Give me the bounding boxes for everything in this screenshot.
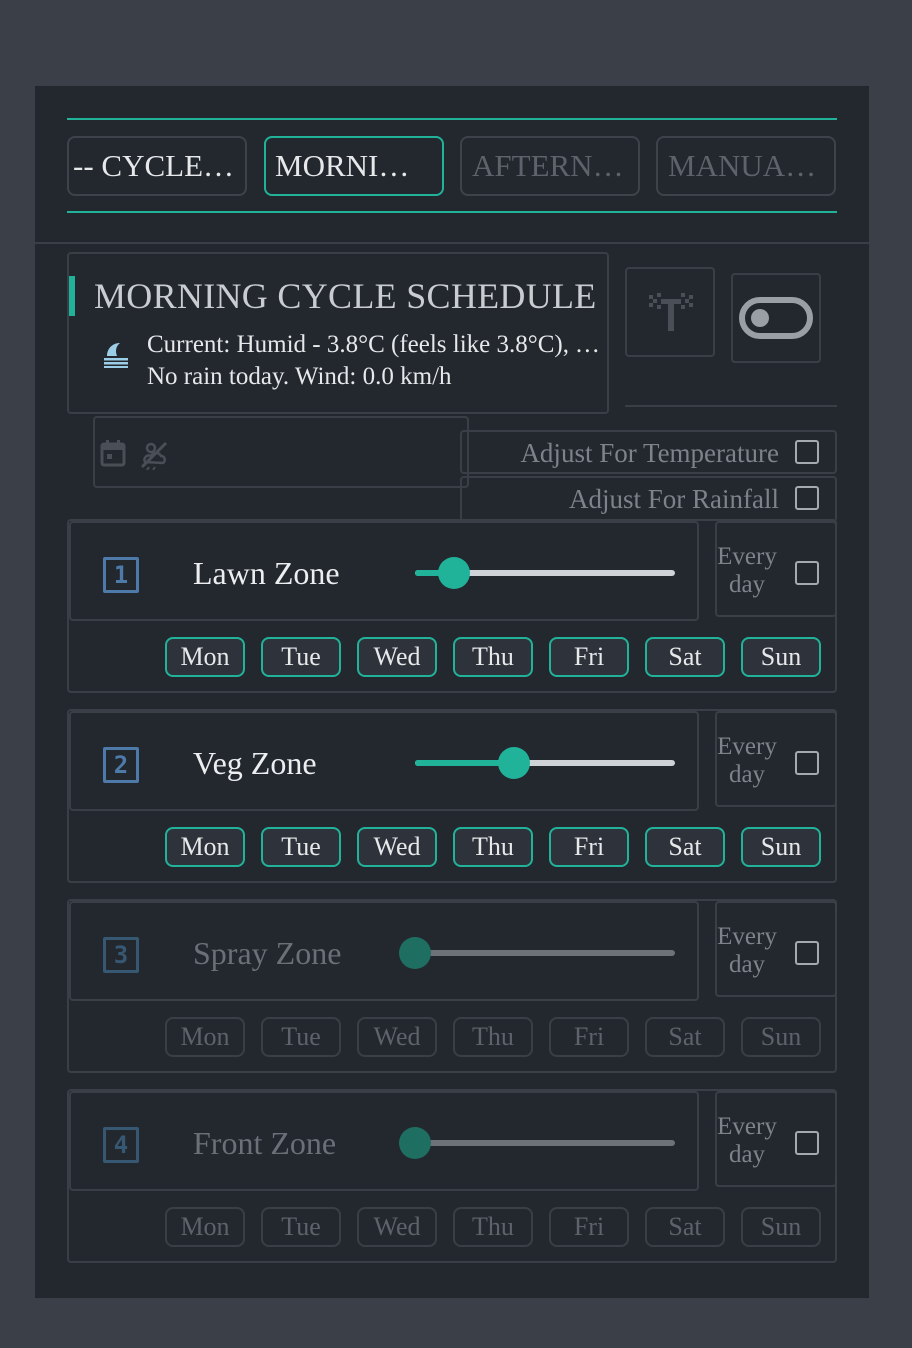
everyday-option: Every day: [715, 521, 837, 617]
weather-forecast: No rain today. Wind: 0.0 km/h: [147, 363, 452, 390]
day-button-wed[interactable]: Wed: [357, 1017, 437, 1057]
day-button-sat[interactable]: Sat: [645, 1017, 725, 1057]
toggle-icon: [739, 297, 813, 344]
day-button-thu[interactable]: Thu: [453, 1017, 533, 1057]
zone-row: 4 Front Zone Every day Mon Tue Wed Thu Fri Sat Su…: [67, 1089, 837, 1263]
zone-number-icon: 3: [103, 937, 139, 973]
zone-name: Veg Zone: [193, 745, 317, 781]
adjust-rainfall-row: Adjust For Rainfall: [460, 476, 837, 522]
schedule-options: [93, 416, 469, 488]
slider-thumb[interactable]: [399, 937, 431, 969]
zone-duration-slider[interactable]: [415, 557, 675, 589]
day-button-tue[interactable]: Tue: [261, 1017, 341, 1057]
section-divider: [35, 242, 869, 244]
day-button-mon[interactable]: Mon: [165, 637, 245, 677]
everyday-option: Every day: [715, 711, 837, 807]
adjust-temperature-checkbox[interactable]: [795, 440, 819, 464]
zone-number-icon: 1: [103, 557, 139, 593]
day-button-sat[interactable]: Sat: [645, 637, 725, 677]
page-title: MORNING CYCLE SCHEDULE: [94, 276, 597, 316]
zone-header: 3 Spray Zone: [69, 901, 699, 1001]
day-button-sat[interactable]: Sat: [645, 827, 725, 867]
slider-track: [415, 950, 675, 956]
everyday-checkbox[interactable]: [795, 561, 819, 585]
zone-number-icon: 4: [103, 1127, 139, 1163]
calendar-icon[interactable]: [99, 438, 127, 473]
day-button-tue[interactable]: Tue: [261, 1207, 341, 1247]
day-button-fri[interactable]: Fri: [549, 827, 629, 867]
day-button-mon[interactable]: Mon: [165, 1207, 245, 1247]
weather-off-icon[interactable]: [139, 440, 169, 475]
cycle-toggle-button[interactable]: [731, 273, 821, 363]
zone-number-icon: 2: [103, 747, 139, 783]
day-button-sun[interactable]: Sun: [741, 827, 821, 867]
day-button-sun[interactable]: Sun: [741, 1017, 821, 1057]
day-button-wed[interactable]: Wed: [357, 827, 437, 867]
sprinkler-icon: [647, 293, 695, 338]
zone-row: 3 Spray Zone Every day Mon Tue Wed Thu Fri Sat Su…: [67, 899, 837, 1073]
day-button-thu[interactable]: Thu: [453, 637, 533, 677]
sprinkler-button[interactable]: [625, 267, 715, 357]
day-button-tue[interactable]: Tue: [261, 637, 341, 677]
day-button-wed[interactable]: Wed: [357, 637, 437, 677]
everyday-checkbox[interactable]: [795, 941, 819, 965]
day-button-fri[interactable]: Fri: [549, 1017, 629, 1057]
adjust-temperature-row: Adjust For Temperature: [460, 430, 837, 474]
tabbar-bottom-line: [67, 211, 837, 213]
everyday-label: Every day: [717, 1113, 777, 1168]
zone-duration-slider[interactable]: [399, 937, 675, 969]
tabbar-top-line: [67, 118, 837, 120]
everyday-option: Every day: [715, 1091, 837, 1187]
day-button-thu[interactable]: Thu: [453, 827, 533, 867]
schedule-header: MORNING CYCLE SCHEDULE Current: Humid - …: [67, 252, 611, 414]
day-button-sun[interactable]: Sun: [741, 1207, 821, 1247]
header-divider: [625, 405, 837, 407]
day-button-fri[interactable]: Fri: [549, 637, 629, 677]
slider-thumb[interactable]: [399, 1127, 431, 1159]
everyday-option: Every day: [715, 901, 837, 997]
everyday-label: Every day: [717, 923, 777, 978]
slider-track: [415, 1140, 675, 1146]
day-button-sat[interactable]: Sat: [645, 1207, 725, 1247]
adjust-rainfall-label: Adjust For Rainfall: [569, 484, 779, 514]
everyday-checkbox[interactable]: [795, 1131, 819, 1155]
day-button-thu[interactable]: Thu: [453, 1207, 533, 1247]
everyday-label: Every day: [717, 543, 777, 598]
schedule-card: -- CYCLE… MORNI… AFTERN… MANUA… MORNING …: [35, 86, 869, 1298]
zone-row: 1 Lawn Zone Every day Mon Tue Wed Thu Fri Sat Sun: [67, 519, 837, 693]
tab-morning[interactable]: MORNI…: [264, 136, 444, 196]
zone-header: 4 Front Zone: [69, 1091, 699, 1191]
adjust-temperature-label: Adjust For Temperature: [520, 438, 779, 468]
slider-thumb[interactable]: [438, 557, 471, 589]
everyday-checkbox[interactable]: [795, 751, 819, 775]
adjust-rainfall-checkbox[interactable]: [795, 486, 819, 510]
day-button-sun[interactable]: Sun: [741, 637, 821, 677]
day-button-wed[interactable]: Wed: [357, 1207, 437, 1247]
everyday-label: Every day: [717, 733, 777, 788]
tab-manual[interactable]: MANUA…: [656, 136, 836, 196]
fog-icon: [103, 340, 129, 368]
zone-name: Spray Zone: [193, 935, 342, 971]
day-button-fri[interactable]: Fri: [549, 1207, 629, 1247]
day-button-tue[interactable]: Tue: [261, 827, 341, 867]
title-accent: [69, 276, 75, 316]
day-button-mon[interactable]: Mon: [165, 827, 245, 867]
zone-duration-slider[interactable]: [415, 747, 675, 779]
tab-cycle[interactable]: -- CYCLE…: [67, 136, 247, 196]
zone-name: Lawn Zone: [193, 555, 340, 591]
day-button-mon[interactable]: Mon: [165, 1017, 245, 1057]
weather-current: Current: Humid - 3.8°C (feels like 3.8°C…: [147, 331, 611, 358]
tab-afternoon[interactable]: AFTERN…: [460, 136, 640, 196]
zone-header: 2 Veg Zone: [69, 711, 699, 811]
zone-header: 1 Lawn Zone: [69, 521, 699, 621]
zone-name: Front Zone: [193, 1125, 337, 1161]
zone-row: 2 Veg Zone Every day Mon Tue Wed Thu Fri Sat Sun: [67, 709, 837, 883]
zone-duration-slider[interactable]: [399, 1127, 675, 1159]
slider-thumb[interactable]: [498, 747, 531, 779]
